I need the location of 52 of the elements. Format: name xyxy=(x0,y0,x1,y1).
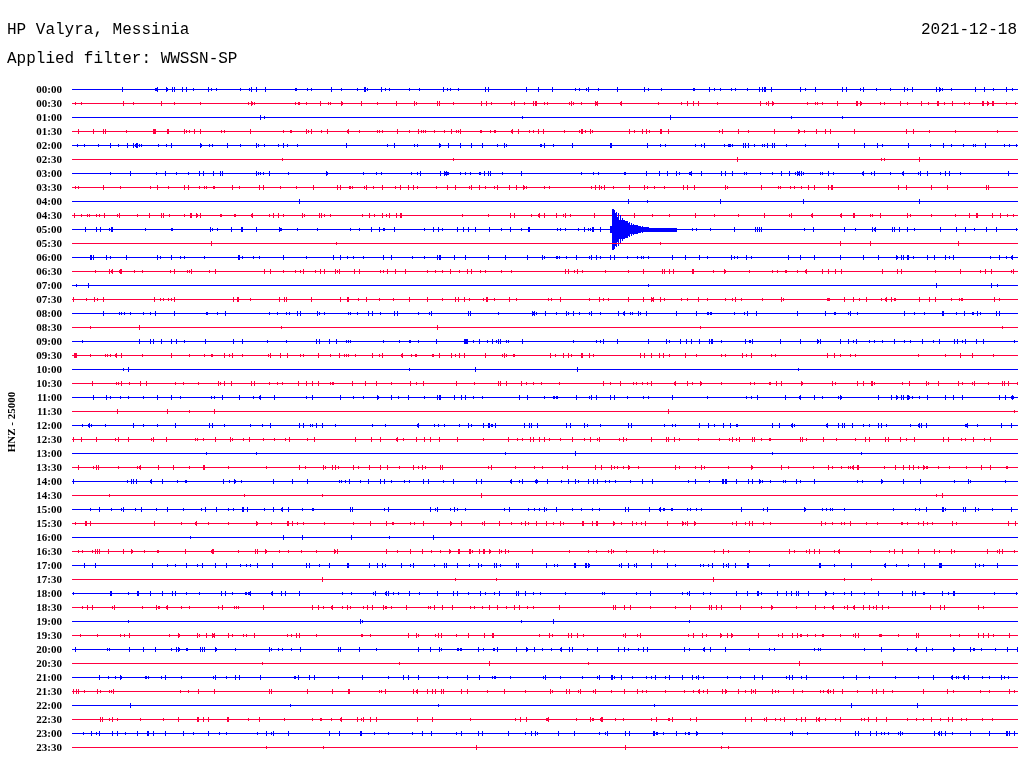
time-label: 00:30 xyxy=(35,97,62,109)
station-title: HP Valyra, Messinia xyxy=(7,20,190,41)
time-label: 21:30 xyxy=(35,685,62,697)
time-label: 21:00 xyxy=(35,671,62,683)
time-label: 18:30 xyxy=(35,601,62,613)
time-label: 11:30 xyxy=(35,405,62,417)
time-label: 06:00 xyxy=(35,251,62,263)
time-label: 19:00 xyxy=(35,615,62,627)
time-label: 20:00 xyxy=(35,643,62,655)
time-label: 17:30 xyxy=(35,573,62,585)
time-label: 23:00 xyxy=(35,727,62,739)
time-label: 13:30 xyxy=(35,461,62,473)
time-label: 01:30 xyxy=(35,125,62,137)
time-label: 14:00 xyxy=(35,475,62,487)
time-label: 19:30 xyxy=(35,629,62,641)
time-label: 09:00 xyxy=(35,335,62,347)
time-label: 15:00 xyxy=(35,503,62,515)
time-label: 12:30 xyxy=(35,433,62,445)
time-label: 22:30 xyxy=(35,713,62,725)
time-label: 10:00 xyxy=(35,363,62,375)
time-label: 20:30 xyxy=(35,657,62,669)
time-label: 07:30 xyxy=(35,293,62,305)
time-label: 15:30 xyxy=(35,517,62,529)
filter-label: Applied filter: WWSSN-SP xyxy=(7,50,238,68)
time-label: 02:00 xyxy=(35,139,62,151)
time-label: 11:00 xyxy=(35,391,62,403)
time-label: 08:30 xyxy=(35,321,62,333)
time-label: 22:00 xyxy=(35,699,62,711)
time-label: 23:30 xyxy=(35,741,62,753)
time-label: 03:00 xyxy=(35,167,62,179)
time-label: 03:30 xyxy=(35,181,62,193)
date-label: 2021-12-18 xyxy=(921,20,1017,41)
time-label: 00:00 xyxy=(35,83,62,95)
time-label: 16:00 xyxy=(35,531,62,543)
time-label: 07:00 xyxy=(35,279,62,291)
time-label: 04:00 xyxy=(35,195,62,207)
channel-label: HNZ - 25000 xyxy=(5,391,17,453)
time-label: 14:30 xyxy=(35,489,62,501)
time-label: 05:30 xyxy=(35,237,62,249)
time-label: 10:30 xyxy=(35,377,62,389)
time-label: 17:00 xyxy=(35,559,62,571)
time-label: 01:00 xyxy=(35,111,62,123)
time-label: 06:30 xyxy=(35,265,62,277)
time-label: 18:00 xyxy=(35,587,62,599)
time-label: 08:00 xyxy=(35,307,62,319)
time-label: 04:30 xyxy=(35,209,62,221)
time-label: 09:30 xyxy=(35,349,62,361)
time-label: 12:00 xyxy=(35,419,62,431)
time-label: 02:30 xyxy=(35,153,62,165)
time-label: 16:30 xyxy=(35,545,62,557)
time-label: 05:00 xyxy=(35,223,62,235)
time-label: 13:00 xyxy=(35,447,62,459)
